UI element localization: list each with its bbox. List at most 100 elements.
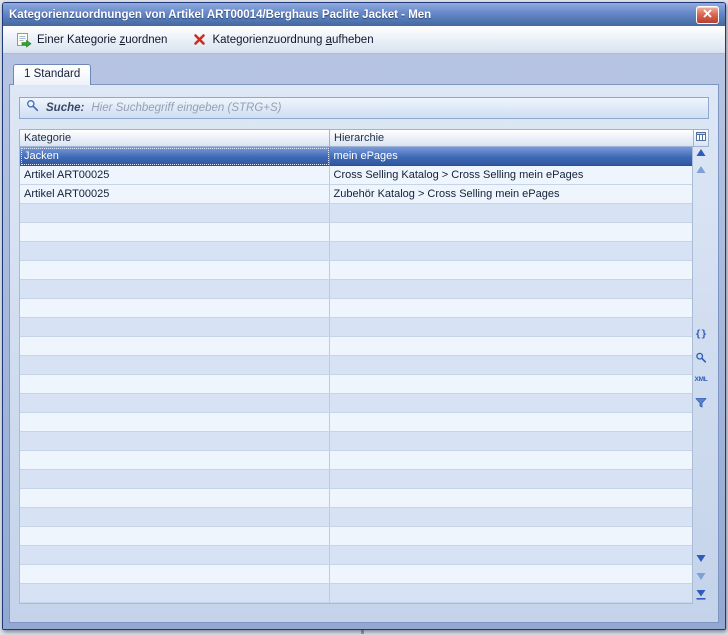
cell-kategorie <box>20 299 330 318</box>
cell-kategorie <box>20 546 330 565</box>
table-row-empty[interactable] <box>20 204 692 223</box>
cell-kategorie <box>20 508 330 527</box>
table-row-empty[interactable] <box>20 299 692 318</box>
close-icon <box>703 9 712 21</box>
cell-kategorie <box>20 527 330 546</box>
cell-hierarchie <box>330 261 692 280</box>
cell-hierarchie <box>330 508 692 527</box>
cell-kategorie <box>20 337 330 356</box>
tab-standard[interactable]: 1 Standard <box>13 64 91 85</box>
table-row-empty[interactable] <box>20 394 692 413</box>
search-label: Suche: <box>46 102 84 114</box>
cell-hierarchie <box>330 584 692 603</box>
toolbar: Einer Kategorie zuordnen Kategorienzuord… <box>3 26 725 54</box>
table-row-empty[interactable] <box>20 413 692 432</box>
tab-strip: 1 Standard <box>3 54 725 84</box>
cell-kategorie: Artikel ART00025 <box>20 185 330 204</box>
column-header-hierarchie[interactable]: Hierarchie <box>329 129 693 147</box>
assign-category-button[interactable]: Einer Kategorie zuordnen <box>9 28 174 52</box>
table-row-empty[interactable] <box>20 508 692 527</box>
title-bar[interactable]: Kategorienzuordnungen von Artikel ART000… <box>3 3 725 26</box>
cell-hierarchie <box>330 299 692 318</box>
page-up-icon[interactable] <box>697 166 706 173</box>
table-row-empty[interactable] <box>20 546 692 565</box>
cell-kategorie <box>20 394 330 413</box>
cell-hierarchie <box>330 489 692 508</box>
table-row-empty[interactable] <box>20 432 692 451</box>
remove-button-label: Kategorienzuordnung aufheben <box>212 34 373 46</box>
cell-kategorie <box>20 375 330 394</box>
table-row[interactable]: Artikel ART00025Cross Selling Katalog > … <box>20 166 692 185</box>
table-header: Kategorie Hierarchie <box>19 129 709 147</box>
table-row[interactable]: Jackenmein ePages <box>20 147 692 166</box>
cell-kategorie <box>20 584 330 603</box>
table-row-empty[interactable] <box>20 470 692 489</box>
table-row-empty[interactable] <box>20 451 692 470</box>
cell-kategorie <box>20 451 330 470</box>
column-header-kategorie[interactable]: Kategorie <box>19 129 329 147</box>
table-row-empty[interactable] <box>20 242 692 261</box>
assign-button-label: Einer Kategorie zuordnen <box>37 34 167 46</box>
cell-hierarchie <box>330 432 692 451</box>
column-chooser-icon <box>696 130 706 147</box>
table-side-toolbar: {} XML <box>693 147 709 603</box>
cell-hierarchie <box>330 318 692 337</box>
cell-kategorie <box>20 489 330 508</box>
table-row-empty[interactable] <box>20 584 692 603</box>
remove-assignment-button[interactable]: Kategorienzuordnung aufheben <box>184 28 380 52</box>
table-row-empty[interactable] <box>20 280 692 299</box>
cell-kategorie <box>20 565 330 584</box>
cell-kategorie <box>20 318 330 337</box>
close-button[interactable] <box>696 6 719 24</box>
table-body: Jackenmein ePagesArtikel ART00025Cross S… <box>19 147 693 604</box>
scroll-bottom-icon[interactable] <box>697 590 706 600</box>
cell-kategorie <box>20 356 330 375</box>
cell-hierarchie <box>330 337 692 356</box>
cell-hierarchie <box>330 375 692 394</box>
page-down-icon[interactable] <box>697 573 706 580</box>
cell-kategorie <box>20 432 330 451</box>
xml-export-icon[interactable]: XML <box>694 377 707 384</box>
table-row-empty[interactable] <box>20 261 692 280</box>
table-row-empty[interactable] <box>20 489 692 508</box>
cell-kategorie: Artikel ART00025 <box>20 166 330 185</box>
assign-category-icon <box>16 32 32 48</box>
braces-icon[interactable]: {} <box>695 330 707 340</box>
cell-hierarchie: Zubehör Katalog > Cross Selling mein ePa… <box>330 185 692 204</box>
cell-hierarchie <box>330 204 692 223</box>
cell-kategorie <box>20 280 330 299</box>
cell-kategorie: Jacken <box>20 147 330 166</box>
cell-hierarchie: Cross Selling Katalog > Cross Selling me… <box>330 166 692 185</box>
column-chooser-button[interactable] <box>693 129 709 147</box>
filter-icon[interactable] <box>696 398 707 408</box>
dialog-window: Kategorienzuordnungen von Artikel ART000… <box>2 2 726 630</box>
table-row-empty[interactable] <box>20 223 692 242</box>
cell-hierarchie: mein ePages <box>330 147 692 166</box>
table-row-empty[interactable] <box>20 565 692 584</box>
cell-hierarchie <box>330 280 692 299</box>
window-title: Kategorienzuordnungen von Artikel ART000… <box>9 9 696 21</box>
table-main: Jackenmein ePagesArtikel ART00025Cross S… <box>19 147 709 604</box>
scroll-up-icon[interactable] <box>697 149 706 156</box>
cell-hierarchie <box>330 356 692 375</box>
scroll-down-icon[interactable] <box>697 555 706 562</box>
cell-kategorie <box>20 242 330 261</box>
cell-kategorie <box>20 413 330 432</box>
table-row-empty[interactable] <box>20 337 692 356</box>
cell-hierarchie <box>330 242 692 261</box>
cell-hierarchie <box>330 223 692 242</box>
table-row-empty[interactable] <box>20 375 692 394</box>
search-placeholder: Hier Suchbegriff eingeben (STRG+S) <box>91 102 281 114</box>
table-row[interactable]: Artikel ART00025Zubehör Katalog > Cross … <box>20 185 692 204</box>
content-panel: 1 Standard Suche: Hier Suchbegriff einge… <box>3 54 725 629</box>
cell-kategorie <box>20 470 330 489</box>
table-row-empty[interactable] <box>20 356 692 375</box>
table-search-icon[interactable] <box>696 352 707 363</box>
table-row-empty[interactable] <box>20 318 692 337</box>
tab-page: Suche: Hier Suchbegriff eingeben (STRG+S… <box>9 84 719 623</box>
search-input[interactable]: Suche: Hier Suchbegriff eingeben (STRG+S… <box>19 97 709 119</box>
cell-kategorie <box>20 204 330 223</box>
table-row-empty[interactable] <box>20 527 692 546</box>
remove-assignment-icon <box>191 32 207 48</box>
cell-hierarchie <box>330 394 692 413</box>
